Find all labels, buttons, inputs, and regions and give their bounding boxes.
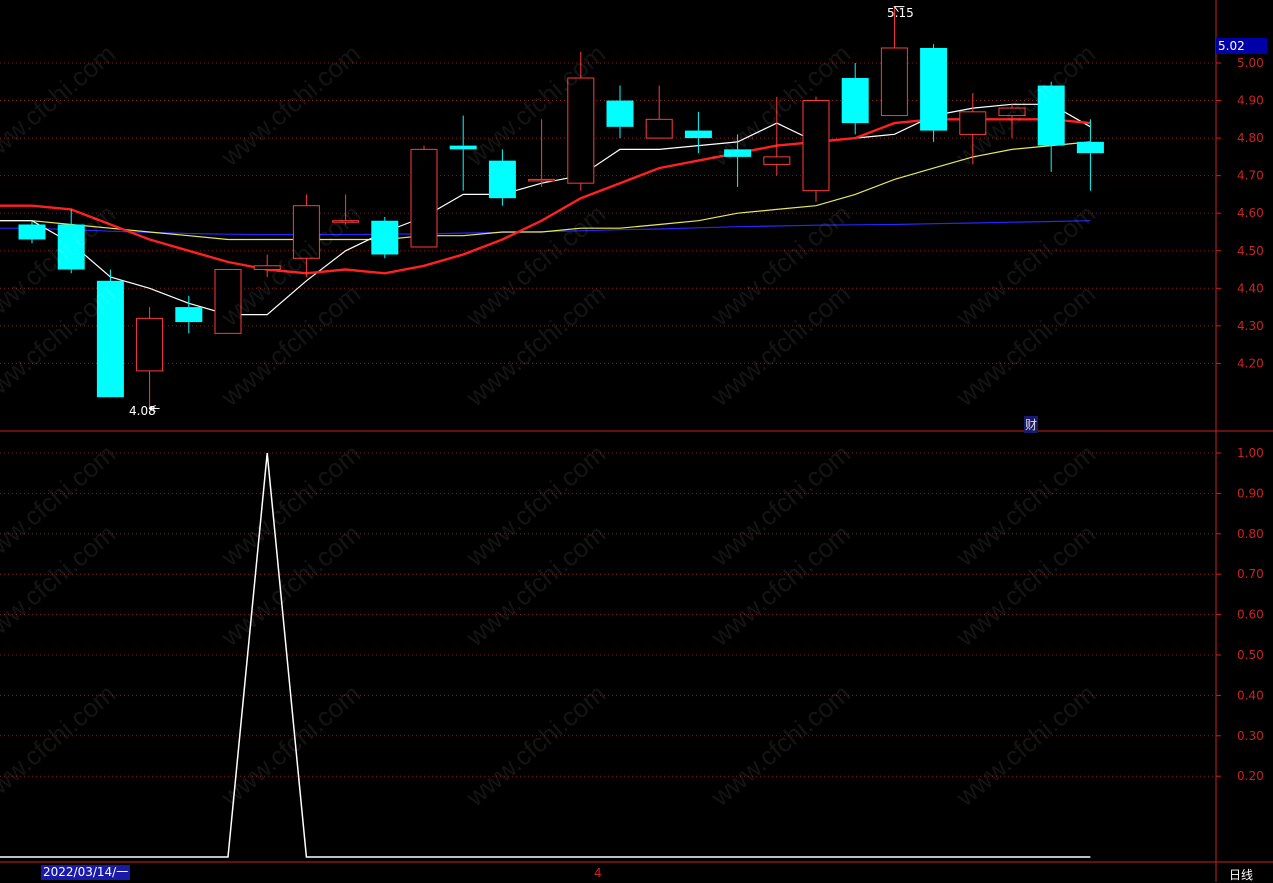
candle-body-up bbox=[998, 107, 1026, 117]
candle-body-down bbox=[841, 78, 869, 124]
moving-average-layer bbox=[0, 103, 1091, 316]
high-price-label: 5.15 bbox=[887, 6, 914, 20]
candle bbox=[1076, 119, 1104, 191]
candle bbox=[528, 119, 556, 187]
price-tick-label: 4.30 bbox=[1237, 319, 1264, 333]
price-tick-label: 4.40 bbox=[1237, 281, 1264, 295]
candle-body-up bbox=[292, 205, 320, 259]
candle bbox=[763, 96, 791, 176]
candle-body-up bbox=[802, 100, 830, 192]
candle bbox=[802, 96, 830, 202]
indicator-tick-label: 1.00 bbox=[1237, 446, 1264, 460]
candle bbox=[880, 6, 908, 117]
candle-body-down bbox=[449, 145, 477, 150]
candle bbox=[1037, 81, 1065, 172]
candle-body-down bbox=[488, 160, 516, 199]
indicator-line bbox=[0, 452, 1091, 858]
candle bbox=[998, 104, 1026, 139]
candle bbox=[567, 51, 595, 191]
candle bbox=[136, 307, 164, 409]
candlestick-layer bbox=[18, 6, 1104, 409]
candle bbox=[410, 145, 438, 248]
candle-body-down bbox=[371, 220, 399, 255]
indicator-tick-label: 0.90 bbox=[1237, 486, 1264, 500]
candle-body-down bbox=[606, 100, 634, 127]
candle-body-down bbox=[57, 224, 85, 270]
candle bbox=[920, 44, 948, 142]
indicator-tick-label: 0.70 bbox=[1237, 567, 1264, 581]
candle bbox=[18, 220, 46, 244]
current-price-tag: 5.02 bbox=[1216, 38, 1267, 54]
candle bbox=[214, 269, 242, 334]
candle-body-down bbox=[18, 224, 46, 240]
candle-body-down bbox=[1076, 141, 1104, 154]
candle bbox=[253, 254, 281, 278]
price-tick-label: 4.70 bbox=[1237, 169, 1264, 183]
indicator-layer bbox=[0, 452, 1091, 858]
candle-body-up bbox=[959, 111, 987, 135]
candle bbox=[606, 85, 634, 139]
price-tick-label: 5.00 bbox=[1237, 56, 1264, 70]
price-tick-label: 4.90 bbox=[1237, 94, 1264, 108]
x-axis-tick-label: 4 bbox=[594, 866, 602, 880]
candle-body-up bbox=[763, 156, 791, 165]
candle-body-down bbox=[175, 307, 203, 323]
indicator-tick-label: 0.30 bbox=[1237, 729, 1264, 743]
candle-body-up bbox=[136, 317, 164, 372]
candle-body-up bbox=[332, 220, 360, 223]
indicator-tick-label: 0.60 bbox=[1237, 608, 1264, 622]
candle-body-up bbox=[528, 178, 556, 182]
indicator-tick-label: 0.50 bbox=[1237, 648, 1264, 662]
low-price-label: 4.08 bbox=[129, 404, 156, 418]
date-cursor-label: 2022/03/14/一 bbox=[41, 865, 131, 880]
candle bbox=[175, 295, 203, 334]
candle bbox=[332, 194, 360, 225]
candle bbox=[96, 269, 124, 398]
finance-icon[interactable]: 财 bbox=[1024, 416, 1039, 433]
candle-body-up bbox=[410, 148, 438, 248]
candle bbox=[841, 63, 869, 135]
price-tick-label: 4.60 bbox=[1237, 206, 1264, 220]
price-tick-label: 4.80 bbox=[1237, 131, 1264, 145]
candle bbox=[645, 85, 673, 139]
candle bbox=[449, 115, 477, 191]
indicator-tick-label: 0.20 bbox=[1237, 769, 1264, 783]
candle-body-up bbox=[253, 265, 281, 271]
axis-layer: 5.00 4.90 4.80 4.70 4.60 4.50 4.40 4.30 4.20 1.00… bbox=[0, 0, 1273, 882]
ma60-line bbox=[0, 220, 1091, 236]
candle-body-up bbox=[645, 118, 673, 139]
candle-body-up bbox=[214, 269, 242, 334]
price-tick-label: 4.50 bbox=[1237, 244, 1264, 258]
ma20-line bbox=[0, 141, 1091, 241]
candle-body-down bbox=[920, 47, 948, 131]
candle-body-down bbox=[684, 130, 712, 139]
candle bbox=[488, 149, 516, 206]
indicator-tick-label: 0.80 bbox=[1237, 527, 1264, 541]
candle-body-up bbox=[567, 77, 595, 184]
candle-body-down bbox=[1037, 85, 1065, 146]
ma10-line bbox=[0, 118, 1091, 275]
candle bbox=[57, 209, 85, 274]
ma5-line bbox=[0, 103, 1091, 316]
candle-body-up bbox=[880, 47, 908, 117]
candle-body-down bbox=[96, 280, 124, 398]
candle-body-down bbox=[724, 149, 752, 157]
candle bbox=[292, 194, 320, 278]
candle bbox=[371, 216, 399, 259]
chart-canvas: 5.00 4.90 4.80 4.70 4.60 4.50 4.40 4.30 4.20 1.00… bbox=[0, 0, 1273, 882]
period-label[interactable]: 日线 bbox=[1229, 866, 1253, 883]
price-tick-label: 4.20 bbox=[1237, 356, 1264, 370]
indicator-tick-label: 0.40 bbox=[1237, 688, 1264, 702]
candle bbox=[959, 93, 987, 165]
